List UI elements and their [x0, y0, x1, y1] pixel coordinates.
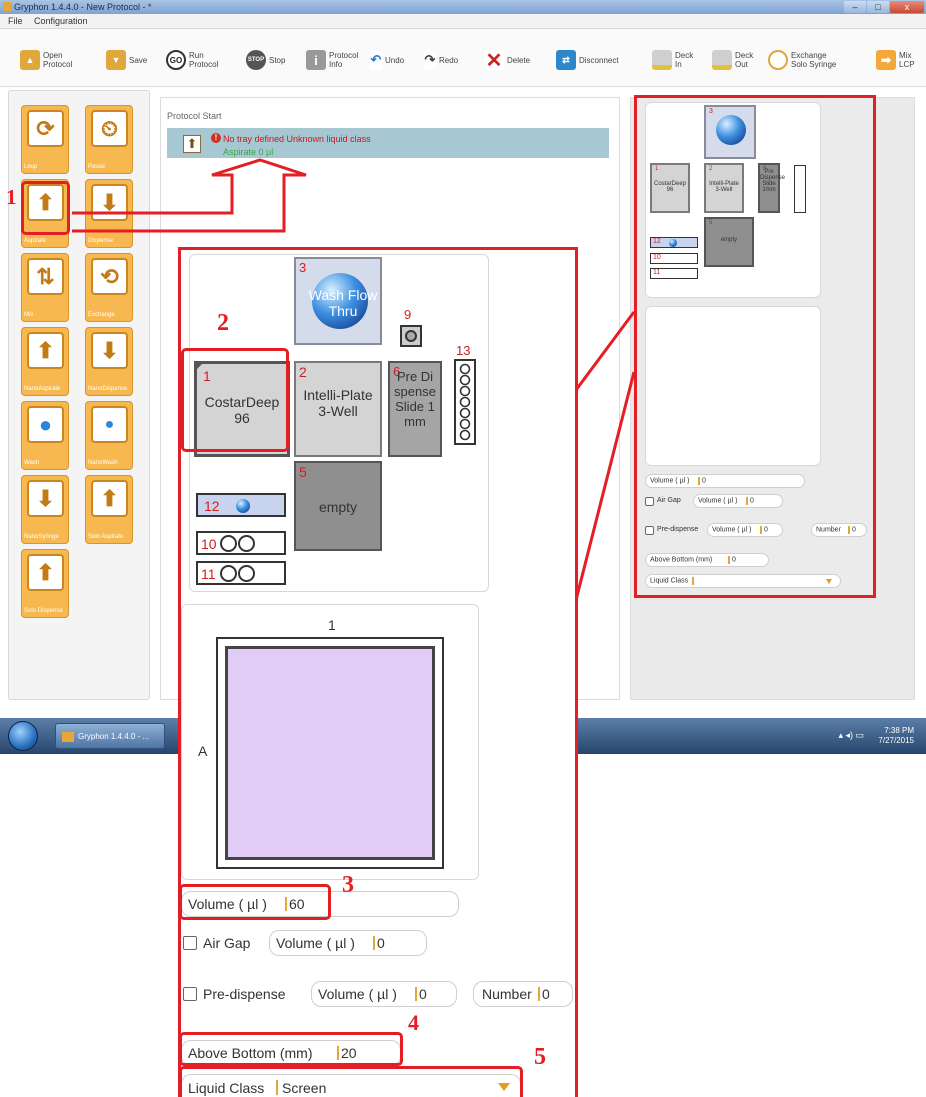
zoom-connector-top	[574, 311, 636, 391]
pos13-wells-icon	[459, 363, 471, 441]
pos9-label: 9	[404, 307, 412, 322]
column-label: 1	[328, 617, 336, 633]
pos13-label: 13	[456, 343, 471, 358]
predispense-checkbox[interactable]	[183, 987, 197, 1001]
wash-station[interactable]: 3 Wash Flow Thru	[294, 257, 382, 345]
pos11-vial1-icon	[220, 565, 237, 582]
pos10-strip[interactable]: 10	[196, 531, 286, 555]
highlight-liquid-class	[179, 1066, 523, 1097]
pos10-vial1-icon	[220, 535, 237, 552]
air-gap-label: Air Gap	[203, 935, 251, 951]
highlight-costar-plate	[181, 348, 289, 452]
pos9-vial[interactable]	[400, 325, 422, 347]
callout-3: 3	[342, 872, 354, 898]
pos10-vial2-icon	[238, 535, 255, 552]
plate-outline	[216, 637, 444, 869]
intelli-plate-3-well[interactable]: 2 Intelli-Plate 3-Well	[294, 361, 382, 457]
air-gap-volume-field[interactable]: Volume ( µl ) 0	[269, 930, 427, 956]
highlight-aspirate-tile	[21, 181, 70, 235]
drag-arrow-outline	[72, 158, 307, 233]
air-gap-checkbox[interactable]	[183, 936, 197, 950]
pos11-strip[interactable]: 11	[196, 561, 286, 585]
predispense-slide[interactable]: 6 Pre Dispense Slide 1mm	[388, 361, 442, 457]
well-a1[interactable]	[225, 646, 435, 860]
callout-2: 2	[217, 310, 229, 336]
number-field[interactable]: Number 0	[473, 981, 573, 1007]
predispense-volume-field[interactable]: Volume ( µl ) 0	[311, 981, 457, 1007]
highlight-volume-field	[179, 884, 331, 920]
pos13-strip[interactable]	[454, 359, 476, 445]
row-label: A	[198, 743, 208, 759]
empty-slot-5[interactable]: 5 empty	[294, 461, 382, 551]
callout-1: 1	[6, 185, 17, 209]
callout-5: 5	[534, 1044, 546, 1070]
plate-view: 1 A	[181, 604, 479, 880]
pos12-strip[interactable]: 12	[196, 493, 286, 517]
predispense-label: Pre-dispense	[203, 986, 286, 1002]
callout-4: 4	[408, 1010, 419, 1035]
pos9-well-icon	[405, 330, 417, 342]
pos12-ball-icon	[236, 499, 250, 513]
highlight-above-bottom-field	[179, 1032, 403, 1066]
pos11-vial2-icon	[238, 565, 255, 582]
figure: Gryphon 1.4.4.0 - New Protocol - * – □ x…	[0, 0, 926, 1097]
zoom-connector-bottom	[574, 371, 636, 601]
